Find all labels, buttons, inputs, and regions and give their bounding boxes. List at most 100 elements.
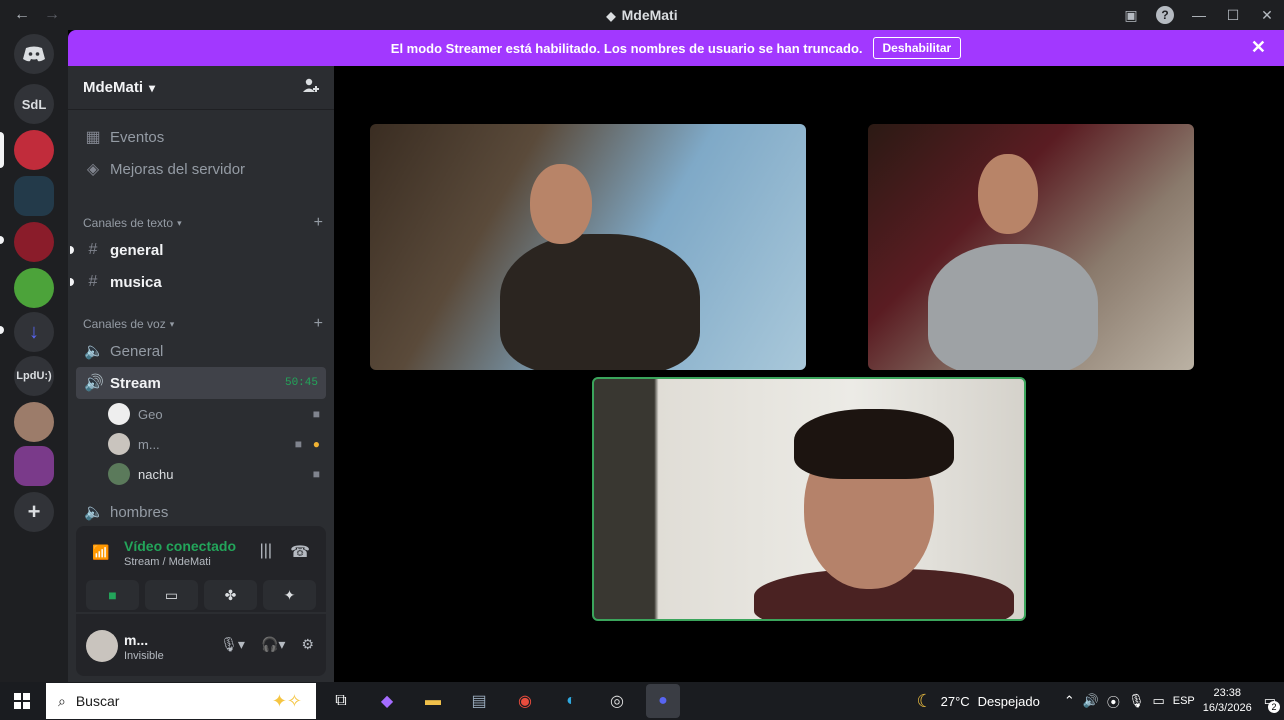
participant-face: [978, 154, 1038, 234]
banner-close-icon[interactable]: ✕: [1251, 37, 1266, 58]
voice-channel-general[interactable]: 🔈 General: [76, 335, 326, 367]
help-icon[interactable]: ?: [1156, 6, 1174, 24]
voice-user-name: Geo: [138, 406, 163, 422]
mic-tray-icon[interactable]: 🎙: [1128, 693, 1145, 709]
avatar: [108, 433, 130, 455]
username: m...: [124, 632, 149, 648]
unread-indicator: [0, 236, 4, 244]
language-indicator[interactable]: ESP: [1173, 695, 1195, 707]
server-avatar-4[interactable]: [14, 268, 54, 308]
disconnect-icon[interactable]: ☎: [290, 542, 310, 562]
events-label: Eventos: [110, 128, 165, 146]
server-sdl-label: SdL: [21, 96, 47, 112]
taskbar-apps: ⧉ ◆ ▬ ▤ ◉ ◐ ◎ ●: [324, 682, 680, 720]
app-icon-2[interactable]: ◎: [600, 684, 634, 718]
inbox-icon[interactable]: ▣: [1114, 7, 1148, 24]
voice-actions: ||| ☎: [260, 542, 310, 562]
server-avatar-2[interactable]: [14, 176, 54, 216]
hash-icon: #: [88, 273, 98, 290]
file-explorer-icon[interactable]: ▬: [416, 684, 450, 718]
voice-stream-label: Stream: [110, 374, 161, 392]
camera-toggle-button[interactable]: ■: [86, 580, 139, 610]
screen-share-button[interactable]: ▭: [145, 580, 198, 610]
download-glyph: ↓: [29, 320, 39, 343]
voice-category[interactable]: Canales de voz ▾ +: [83, 315, 323, 333]
add-server-icon[interactable]: +: [14, 492, 54, 532]
weather-temp[interactable]: 27°C: [941, 694, 970, 709]
noise-suppression-icon[interactable]: |||: [260, 542, 272, 562]
server-lpdu-label: LpdU:): [16, 370, 52, 382]
system-tray: ☾ 27°C Despejado ⌃ 🔊 ⦿ 🎙 ▭ ESP 23:38 16/…: [916, 682, 1280, 720]
volume-icon[interactable]: 🔊: [1083, 693, 1099, 709]
server-avatar-6[interactable]: [14, 446, 54, 486]
clock-time: 23:38: [1213, 687, 1241, 699]
chrome-icon[interactable]: ◉: [508, 684, 542, 718]
video-tile-2[interactable]: [868, 124, 1194, 370]
windows-taskbar: ⌕ Buscar ✦✧ ⧉ ◆ ▬ ▤ ◉ ◐ ◎ ● ☾ 27°C Despe…: [0, 682, 1284, 720]
chevron-down-icon: ▾: [149, 80, 156, 95]
pin-icon: ◆: [606, 9, 616, 23]
headphones-icon[interactable]: 🎧▾: [261, 636, 285, 653]
server-boosts-item[interactable]: ◈ Mejoras del servidor: [76, 153, 326, 185]
text-category[interactable]: Canales de texto ▾ +: [83, 214, 323, 232]
channel-musica[interactable]: # musica: [70, 266, 326, 298]
server-sdl[interactable]: SdL: [14, 84, 54, 124]
server-avatar-5[interactable]: [14, 402, 54, 442]
chevron-up-icon[interactable]: ⌃: [1064, 693, 1075, 709]
streamer-mode-banner: El modo Streamer está habilitado. Los no…: [68, 30, 1284, 66]
discord-home-icon[interactable]: [14, 34, 54, 74]
server-avatar-3[interactable]: [14, 222, 54, 262]
avatar[interactable]: [86, 630, 118, 662]
video-tile-3-speaking[interactable]: [592, 377, 1026, 621]
voice-user-name: nachu: [138, 466, 174, 482]
invite-icon[interactable]: [302, 77, 320, 100]
add-voice-channel-icon[interactable]: +: [314, 315, 323, 333]
gear-icon[interactable]: ⚙: [301, 636, 314, 653]
server-header[interactable]: MdeMati ▾: [68, 66, 334, 110]
close-button[interactable]: ✕: [1250, 7, 1284, 24]
server-lpdu[interactable]: LpdU:): [14, 356, 54, 396]
voice-user-geo[interactable]: Geo ■: [108, 400, 328, 428]
download-icon[interactable]: ↓: [14, 312, 54, 352]
copilot-icon[interactable]: ◆: [370, 684, 404, 718]
camera-icon: ■: [294, 437, 302, 451]
channel-general[interactable]: # general: [70, 234, 326, 266]
events-item[interactable]: ▦ Eventos: [76, 121, 326, 153]
activities-button[interactable]: ✤: [204, 580, 257, 610]
network-icon[interactable]: ▭: [1152, 693, 1164, 709]
boosts-label: Mejoras del servidor: [110, 160, 246, 178]
microphone-icon[interactable]: 🎙▾: [220, 636, 245, 653]
camera-icon: ■: [312, 407, 320, 421]
server-list: SdL ↓ LpdU:) +: [0, 30, 68, 682]
edge-icon[interactable]: ◐: [554, 684, 588, 718]
signal-icon: 📶: [92, 544, 110, 560]
calendar-icon: ▦: [85, 129, 101, 146]
webcam-icon[interactable]: ⦿: [1107, 692, 1120, 711]
window-controls: ▣ ? — ☐ ✕: [1114, 0, 1284, 30]
clock[interactable]: 23:38 16/3/2026: [1203, 686, 1252, 716]
disable-streamer-button[interactable]: Deshabilitar: [872, 37, 962, 59]
minimize-button[interactable]: —: [1182, 7, 1216, 23]
video-tile-1[interactable]: [370, 124, 806, 370]
windows-start-icon[interactable]: [14, 693, 30, 709]
server-avatar-1[interactable]: [14, 130, 54, 170]
voice-user-nachu[interactable]: nachu ■: [108, 460, 328, 488]
add-text-channel-icon[interactable]: +: [314, 214, 323, 232]
taskbar-search[interactable]: ⌕ Buscar ✦✧: [46, 683, 316, 719]
voice-hombres-label: hombres: [110, 503, 169, 521]
discord-taskbar-icon[interactable]: ●: [646, 684, 680, 718]
soundboard-button[interactable]: ✦: [263, 580, 316, 610]
voice-user-m[interactable]: m... ■ ●: [108, 430, 328, 458]
channel-sidebar: MdeMati ▾ ▦ Eventos ◈ Mejoras del servid…: [68, 66, 334, 682]
voice-status-subtitle[interactable]: Stream / MdeMati: [124, 556, 211, 568]
voice-channel-hombres[interactable]: 🔈 hombres: [76, 496, 326, 528]
task-view-icon[interactable]: ⧉: [324, 684, 358, 718]
notification-icon[interactable]: ▭ 2: [1264, 693, 1280, 713]
app-icon[interactable]: ▤: [462, 684, 496, 718]
weather-desc[interactable]: Despejado: [978, 694, 1040, 709]
maximize-button[interactable]: ☐: [1216, 7, 1250, 24]
activity-icon: ●: [312, 437, 320, 451]
camera-icon: ■: [312, 467, 320, 481]
window-title: ◆ MdeMati: [0, 7, 1284, 23]
voice-channel-stream[interactable]: 🔊 Stream 50:45: [76, 367, 326, 399]
